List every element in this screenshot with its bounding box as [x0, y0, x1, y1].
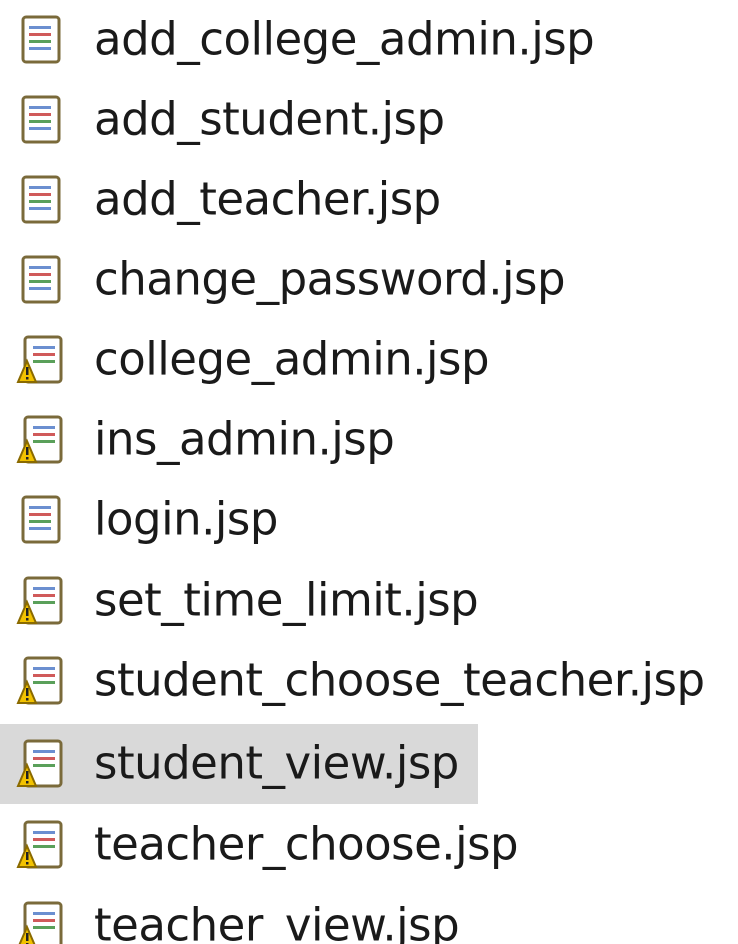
file-name: add_student.jsp	[94, 92, 445, 146]
file-list: add_college_admin.jsp add_student.jsp ad…	[0, 0, 738, 944]
file-row[interactable]: add_college_admin.jsp	[0, 0, 738, 80]
jsp-file-warning-icon	[16, 334, 66, 386]
jsp-file-icon	[16, 494, 66, 546]
file-name: change_password.jsp	[94, 252, 566, 306]
file-row[interactable]: ins_admin.jsp	[0, 400, 738, 480]
jsp-file-warning-icon	[16, 655, 66, 707]
file-row[interactable]: add_teacher.jsp	[0, 160, 738, 240]
file-row-selected[interactable]: student_view.jsp	[0, 724, 478, 804]
jsp-file-warning-icon	[16, 414, 66, 466]
jsp-file-icon	[16, 254, 66, 306]
file-row[interactable]: teacher_view.jsp	[0, 886, 738, 944]
jsp-file-warning-icon	[16, 738, 66, 790]
file-name: add_teacher.jsp	[94, 172, 441, 226]
file-name: student_view.jsp	[94, 736, 459, 790]
file-name: teacher_view.jsp	[94, 898, 460, 944]
file-row[interactable]: teacher_choose.jsp	[0, 805, 738, 885]
file-row[interactable]: login.jsp	[0, 480, 738, 560]
file-row[interactable]: add_student.jsp	[0, 80, 738, 160]
file-name: student_choose_teacher.jsp	[94, 653, 705, 707]
file-row[interactable]: change_password.jsp	[0, 240, 738, 320]
jsp-file-warning-icon	[16, 575, 66, 627]
jsp-file-warning-icon	[16, 819, 66, 871]
jsp-file-warning-icon	[16, 900, 66, 944]
jsp-file-icon	[16, 14, 66, 66]
file-name: add_college_admin.jsp	[94, 12, 595, 66]
file-name: teacher_choose.jsp	[94, 817, 519, 871]
file-row[interactable]: college_admin.jsp	[0, 320, 738, 400]
file-row[interactable]: student_choose_teacher.jsp	[0, 641, 738, 721]
file-name: set_time_limit.jsp	[94, 573, 479, 627]
file-name: ins_admin.jsp	[94, 412, 395, 466]
file-name: login.jsp	[94, 492, 278, 546]
file-row[interactable]: set_time_limit.jsp	[0, 561, 738, 641]
jsp-file-icon	[16, 94, 66, 146]
file-name: college_admin.jsp	[94, 332, 490, 386]
jsp-file-icon	[16, 174, 66, 226]
